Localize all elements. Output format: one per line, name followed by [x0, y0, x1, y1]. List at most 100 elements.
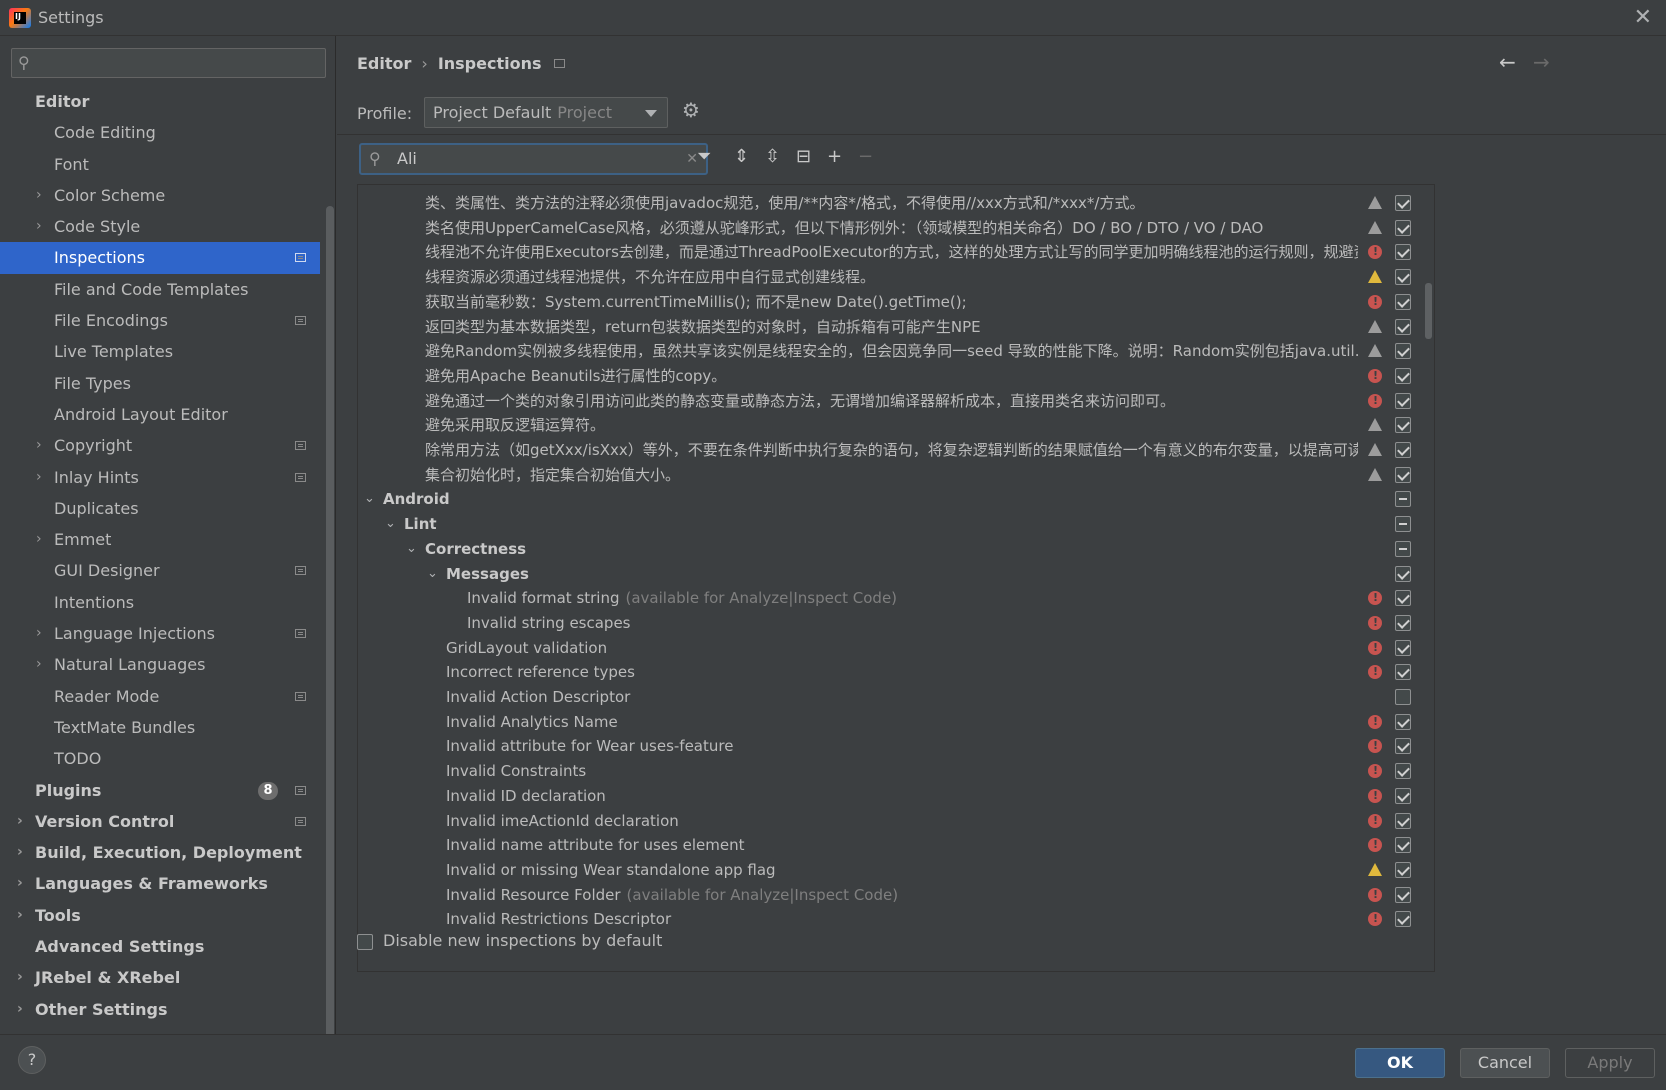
- profile-dropdown[interactable]: Project Default Project: [424, 97, 668, 128]
- sidebar-item[interactable]: › Languages & Frameworks: [0, 868, 320, 899]
- forward-arrow-icon[interactable]: →: [1533, 50, 1550, 74]
- chevron-right-icon[interactable]: ›: [36, 430, 42, 461]
- expand-all-icon[interactable]: ⇕: [734, 146, 749, 167]
- inspection-row[interactable]: Invalid Analytics Name: [358, 709, 1434, 735]
- sidebar-item[interactable]: Duplicates: [0, 493, 320, 524]
- chevron-right-icon[interactable]: ›: [36, 180, 42, 211]
- inspection-enabled-checkbox[interactable]: [1395, 689, 1411, 705]
- inspection-group-row[interactable]: ⌄ Messages: [358, 561, 1434, 587]
- inspection-row[interactable]: 返回类型为基本数据类型，return包装数据类型的对象时，自动拆箱有可能产生NP…: [358, 314, 1434, 340]
- inspection-enabled-checkbox[interactable]: [1395, 392, 1411, 409]
- inspection-row[interactable]: Invalid Constraints: [358, 758, 1434, 784]
- inspection-enabled-checkbox[interactable]: [1395, 219, 1411, 236]
- chevron-right-icon[interactable]: ›: [36, 524, 42, 555]
- inspection-row[interactable]: 线程池不允许使用Executors去创建，而是通过ThreadPoolExecu…: [358, 239, 1434, 265]
- sidebar-item[interactable]: › Language Injections: [0, 618, 320, 649]
- inspection-enabled-checkbox[interactable]: [1395, 318, 1411, 335]
- inspection-enabled-checkbox[interactable]: [1395, 442, 1411, 458]
- inspection-enabled-checkbox[interactable]: [1395, 861, 1411, 878]
- inspection-row[interactable]: 避免Random实例被多线程使用，虽然共享该实例是线程安全的，但会因竞争同一se…: [358, 338, 1434, 364]
- sidebar-item[interactable]: › Color Scheme: [0, 180, 320, 211]
- inspection-row[interactable]: Invalid Action Descriptor: [358, 684, 1434, 710]
- cancel-button[interactable]: Cancel: [1460, 1048, 1550, 1078]
- inspection-row[interactable]: Invalid Restrictions Descriptor: [358, 906, 1434, 932]
- inspection-row[interactable]: Invalid string escapes: [358, 610, 1434, 636]
- inspection-row[interactable]: Invalid imeActionId declaration: [358, 808, 1434, 834]
- inspection-enabled-checkbox[interactable]: [1395, 516, 1411, 533]
- inspection-enabled-checkbox[interactable]: [1395, 565, 1411, 582]
- inspection-row[interactable]: 类、类属性、类方法的注释必须使用javadoc规范，使用/**内容*/格式，不得…: [358, 190, 1434, 216]
- sidebar-item[interactable]: Android Layout Editor: [0, 399, 320, 430]
- chevron-down-icon[interactable]: ⌄: [427, 561, 438, 587]
- sidebar-item[interactable]: Live Templates: [0, 336, 320, 367]
- sidebar-item[interactable]: › Inlay Hints: [0, 462, 320, 493]
- inspection-row[interactable]: Invalid attribute for Wear uses-feature: [358, 733, 1434, 759]
- sidebar-item[interactable]: File and Code Templates: [0, 274, 320, 305]
- sidebar-item[interactable]: Advanced Settings: [0, 931, 320, 962]
- sidebar-item[interactable]: › JRebel & XRebel: [0, 962, 320, 993]
- chevron-right-icon[interactable]: ›: [17, 994, 23, 1025]
- inspection-row[interactable]: 避免通过一个类的对象引用访问此类的静态变量或静态方法，无谓增加编译器解析成本，直…: [358, 388, 1434, 414]
- inspection-group-row[interactable]: ⌄ Correctness: [358, 536, 1434, 562]
- chevron-down-icon[interactable]: ⌄: [406, 536, 417, 562]
- inspection-enabled-checkbox[interactable]: [1395, 195, 1411, 211]
- chevron-right-icon[interactable]: ›: [36, 649, 42, 680]
- sidebar-item[interactable]: GUI Designer: [0, 555, 320, 586]
- sidebar-item[interactable]: File Types: [0, 368, 320, 399]
- sidebar-item[interactable]: Plugins 8: [0, 775, 320, 806]
- sidebar-item[interactable]: Intentions: [0, 587, 320, 618]
- inspection-row[interactable]: 线程资源必须通过线程池提供，不允许在应用中自行显式创建线程。: [358, 264, 1434, 290]
- inspection-enabled-checkbox[interactable]: [1395, 367, 1411, 384]
- close-icon[interactable]: ✕: [1634, 5, 1652, 30]
- inspection-enabled-checkbox[interactable]: [1395, 540, 1411, 557]
- inspection-enabled-checkbox[interactable]: [1395, 713, 1411, 730]
- sidebar-item[interactable]: › Emmet: [0, 524, 320, 555]
- chevron-down-icon[interactable]: ⌄: [385, 511, 396, 537]
- inspection-row[interactable]: Invalid or missing Wear standalone app f…: [358, 857, 1434, 883]
- inspection-group-row[interactable]: ⌄ Lint: [358, 511, 1434, 537]
- sidebar-item[interactable]: Reader Mode: [0, 681, 320, 712]
- collapse-icon[interactable]: ⊟: [796, 146, 811, 167]
- inspection-enabled-checkbox[interactable]: [1395, 812, 1411, 829]
- help-button[interactable]: ?: [18, 1046, 46, 1074]
- sidebar-item[interactable]: › Build, Execution, Deployment: [0, 837, 320, 868]
- inspection-enabled-checkbox[interactable]: [1395, 293, 1411, 310]
- inspection-row[interactable]: Invalid ID declaration: [358, 783, 1434, 809]
- inspection-row[interactable]: GridLayout validation: [358, 635, 1434, 661]
- chevron-right-icon[interactable]: ›: [36, 462, 42, 493]
- inspection-row[interactable]: 类名使用UpperCamelCase风格，必须遵从驼峰形式，但以下情形例外：（领…: [358, 215, 1434, 241]
- inspection-row[interactable]: 避免用Apache Beanutils进行属性的copy。: [358, 363, 1434, 389]
- ok-button[interactable]: OK: [1355, 1048, 1445, 1078]
- inspection-row[interactable]: Incorrect reference types: [358, 659, 1434, 685]
- inspection-enabled-checkbox[interactable]: [1395, 269, 1411, 286]
- sidebar-item[interactable]: TODO: [0, 743, 320, 774]
- inspection-group-row[interactable]: ⌄ Android: [358, 486, 1434, 512]
- inspection-enabled-checkbox[interactable]: [1395, 614, 1411, 631]
- chevron-right-icon[interactable]: ›: [17, 962, 23, 993]
- sidebar-item[interactable]: › Copyright: [0, 430, 320, 461]
- inspection-enabled-checkbox[interactable]: [1395, 738, 1411, 755]
- inspection-enabled-checkbox[interactable]: [1395, 911, 1411, 928]
- sidebar-search-input[interactable]: ⚲: [11, 48, 326, 78]
- inspection-row[interactable]: 除常用方法（如getXxx/isXxx）等外，不要在条件判断中执行复杂的语句，将…: [358, 437, 1434, 463]
- inspection-enabled-checkbox[interactable]: [1395, 886, 1411, 903]
- inspection-enabled-checkbox[interactable]: [1395, 837, 1411, 854]
- breadcrumb-editor[interactable]: Editor: [357, 54, 411, 73]
- inspection-enabled-checkbox[interactable]: [1395, 491, 1411, 508]
- gear-icon[interactable]: ⚙: [682, 98, 700, 122]
- sidebar-item[interactable]: TextMate Bundles: [0, 712, 320, 743]
- chevron-right-icon[interactable]: ›: [36, 211, 42, 242]
- chevron-right-icon[interactable]: ›: [36, 618, 42, 649]
- sidebar-item[interactable]: Editor: [0, 86, 320, 117]
- inspection-row[interactable]: 获取当前毫秒数：System.currentTimeMillis(); 而不是n…: [358, 289, 1434, 315]
- inspection-row[interactable]: Invalid format string (available for Anal…: [358, 585, 1434, 611]
- sidebar-item[interactable]: Font: [0, 149, 320, 180]
- sidebar-item[interactable]: File Encodings: [0, 305, 320, 336]
- sidebar-item[interactable]: › Code Style: [0, 211, 320, 242]
- inspection-row[interactable]: 避免采用取反逻辑运算符。: [358, 412, 1434, 438]
- inspection-filter-input[interactable]: ⚲ Ali ✕: [359, 143, 708, 175]
- sidebar-scrollbar[interactable]: [326, 206, 334, 1066]
- filter-icon[interactable]: ⏷: [697, 146, 711, 167]
- collapse-all-icon[interactable]: ⇳: [765, 146, 780, 167]
- inspection-enabled-checkbox[interactable]: [1395, 343, 1411, 360]
